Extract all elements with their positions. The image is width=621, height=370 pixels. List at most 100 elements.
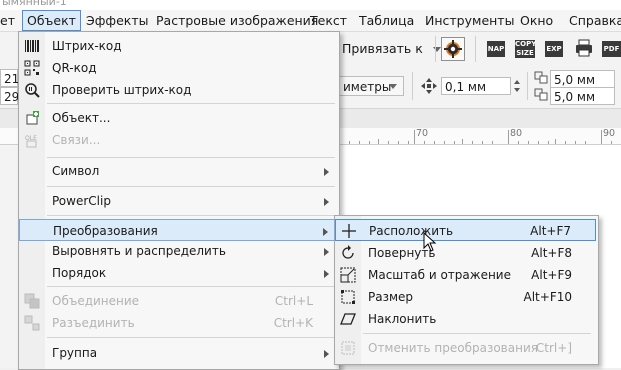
toolbox-strip (0, 145, 19, 368)
chevron-right-icon (323, 228, 328, 236)
ruler-tick (398, 141, 399, 144)
menu-help[interactable]: Справка (565, 10, 621, 31)
ruler-tick (434, 141, 435, 144)
menu-bitmaps[interactable]: Растровые изображения (152, 10, 322, 31)
menu-bar: ет Объект Эффекты Растровые изображения … (0, 10, 621, 32)
menu-item-label: Объект... (52, 111, 111, 125)
copy-size-badge-button[interactable]: COPY SIZE (515, 40, 537, 58)
ruler-tick (454, 141, 455, 144)
menu-item-label: Объединение (52, 294, 140, 308)
ruler-tick (369, 141, 370, 144)
submenu-item-shortcut: Alt+F8 (531, 246, 572, 260)
submenu-item-scale-mirror[interactable]: Масштаб и отражение Alt+F9 (335, 264, 596, 286)
ruler-tick (575, 141, 576, 144)
menu-item-align-distribute[interactable]: Выровнять и распределить (19, 240, 337, 262)
ruler-tick (528, 141, 529, 144)
ruler-tick (482, 141, 483, 144)
menu-window[interactable]: Окно (516, 10, 557, 31)
menu-file-label: ет (0, 13, 15, 28)
mouse-pointer-icon (423, 232, 437, 252)
ruler-tick (611, 141, 612, 144)
ruler-tick (414, 130, 415, 144)
menu-item-label: Штрих-код (52, 39, 122, 53)
menu-separator (47, 103, 335, 104)
duplicate-y-icon (534, 88, 548, 101)
ruler-tick (408, 141, 409, 144)
export-badge-label: EXP (546, 45, 562, 53)
menu-item-powerclip[interactable]: PowerClip (19, 190, 337, 212)
rotate-icon (342, 245, 354, 259)
submenu-item-shortcut: Alt+F7 (530, 224, 571, 238)
pdf-badge-button[interactable]: PDF (602, 41, 621, 57)
ruler-label: 70 (416, 128, 429, 139)
copy-size-badge-label: COPY SIZE (515, 40, 537, 57)
menu-object-label: Объект (27, 13, 76, 28)
submenu-item-shortcut: Ctrl+] (535, 341, 572, 355)
menu-item-symbol[interactable]: Символ (19, 160, 337, 182)
menu-item-label: QR-код (52, 61, 97, 75)
submenu-item-skew[interactable]: Наклонить (335, 308, 596, 330)
combine-icon (24, 293, 40, 309)
snapshot-badge-button[interactable]: NAP (487, 41, 505, 57)
toolbar-divider (527, 72, 528, 100)
menu-item-barcode[interactable]: Штрих-код (19, 35, 337, 57)
menu-item-group[interactable]: Группа (19, 342, 337, 364)
menu-item-label: Разъединить (52, 316, 135, 330)
submenu-item-shortcut: Alt+F9 (531, 268, 572, 282)
menu-item-break-apart[interactable]: Разъединить Ctrl+K (19, 312, 337, 334)
menu-separator (363, 333, 591, 334)
menu-item-label: Преобразования (53, 224, 158, 238)
submenu-item-size[interactable]: Размер Alt+F10 (335, 286, 596, 308)
print-button[interactable] (574, 38, 594, 58)
ruler-tick (492, 141, 493, 144)
nudge-spinner[interactable] (512, 77, 522, 95)
object-x-input[interactable]: 21 (0, 69, 19, 87)
chevron-right-icon (324, 350, 329, 358)
menu-item-label: Выровнять и распределить (52, 244, 226, 258)
duplicate-y-value: 5,0 мм (554, 90, 596, 104)
menu-table[interactable]: Таблица (355, 10, 418, 31)
menu-effects[interactable]: Эффекты (82, 10, 153, 31)
submenu-item-clear-transformations[interactable]: Отменить преобразования Ctrl+] (335, 337, 596, 359)
menu-table-label: Таблица (359, 13, 415, 28)
ruler-label: 90 (603, 128, 616, 139)
ruler-tick (444, 141, 445, 144)
menu-item-links[interactable]: OLE Связи... (19, 129, 337, 151)
nudge-distance-input[interactable]: 0,1 мм (441, 77, 511, 95)
menu-text[interactable]: Текст (306, 10, 351, 31)
menu-separator (47, 157, 335, 158)
menu-item-transformations[interactable]: Преобразования (19, 219, 337, 241)
menu-item-order[interactable]: Порядок (19, 262, 337, 284)
options-gear-button[interactable] (441, 37, 465, 61)
menu-tools[interactable]: Инструменты (421, 10, 518, 31)
menu-file[interactable]: ет (0, 10, 19, 31)
snapshot-badge-label: NAP (487, 45, 505, 53)
duplicate-y-input[interactable]: 5,0 мм (550, 87, 615, 105)
menu-item-label: Группа (52, 346, 98, 360)
magnifier-barcode-icon (25, 83, 40, 98)
object-y-input[interactable]: 29 (0, 87, 19, 105)
ruler-tick (359, 141, 360, 144)
ole-links-icon: OLE (25, 135, 37, 148)
menu-item-qr-code[interactable]: QR-код (19, 57, 337, 79)
menu-separator (47, 286, 335, 287)
printer-icon (576, 39, 592, 57)
menu-object[interactable]: Объект (22, 10, 81, 31)
submenu-item-shortcut: Alt+F10 (523, 290, 572, 304)
menu-item-insert-object[interactable]: Объект... (19, 107, 337, 129)
menu-item-combine[interactable]: Объединение Ctrl+L (19, 290, 337, 312)
snap-to-dropdown[interactable]: Привязать к (342, 41, 441, 56)
ruler-tick (462, 139, 463, 144)
ruler-tick (349, 141, 350, 144)
scale-mirror-icon (340, 267, 356, 283)
export-badge-button[interactable]: EXP (545, 41, 563, 57)
chevron-right-icon (324, 198, 329, 206)
ruler-tick (378, 139, 379, 144)
submenu-item-position[interactable]: Расположить Alt+F7 (335, 219, 596, 241)
ruler-tick (555, 139, 556, 144)
menu-window-label: Окно (520, 13, 554, 28)
menu-item-check-barcode[interactable]: Проверить штрих-код (19, 79, 337, 101)
duplicate-x-value: 5,0 мм (554, 73, 596, 87)
duplicate-x-input[interactable]: 5,0 мм (550, 70, 615, 88)
submenu-item-rotate[interactable]: Повернуть Alt+F8 (335, 242, 596, 264)
